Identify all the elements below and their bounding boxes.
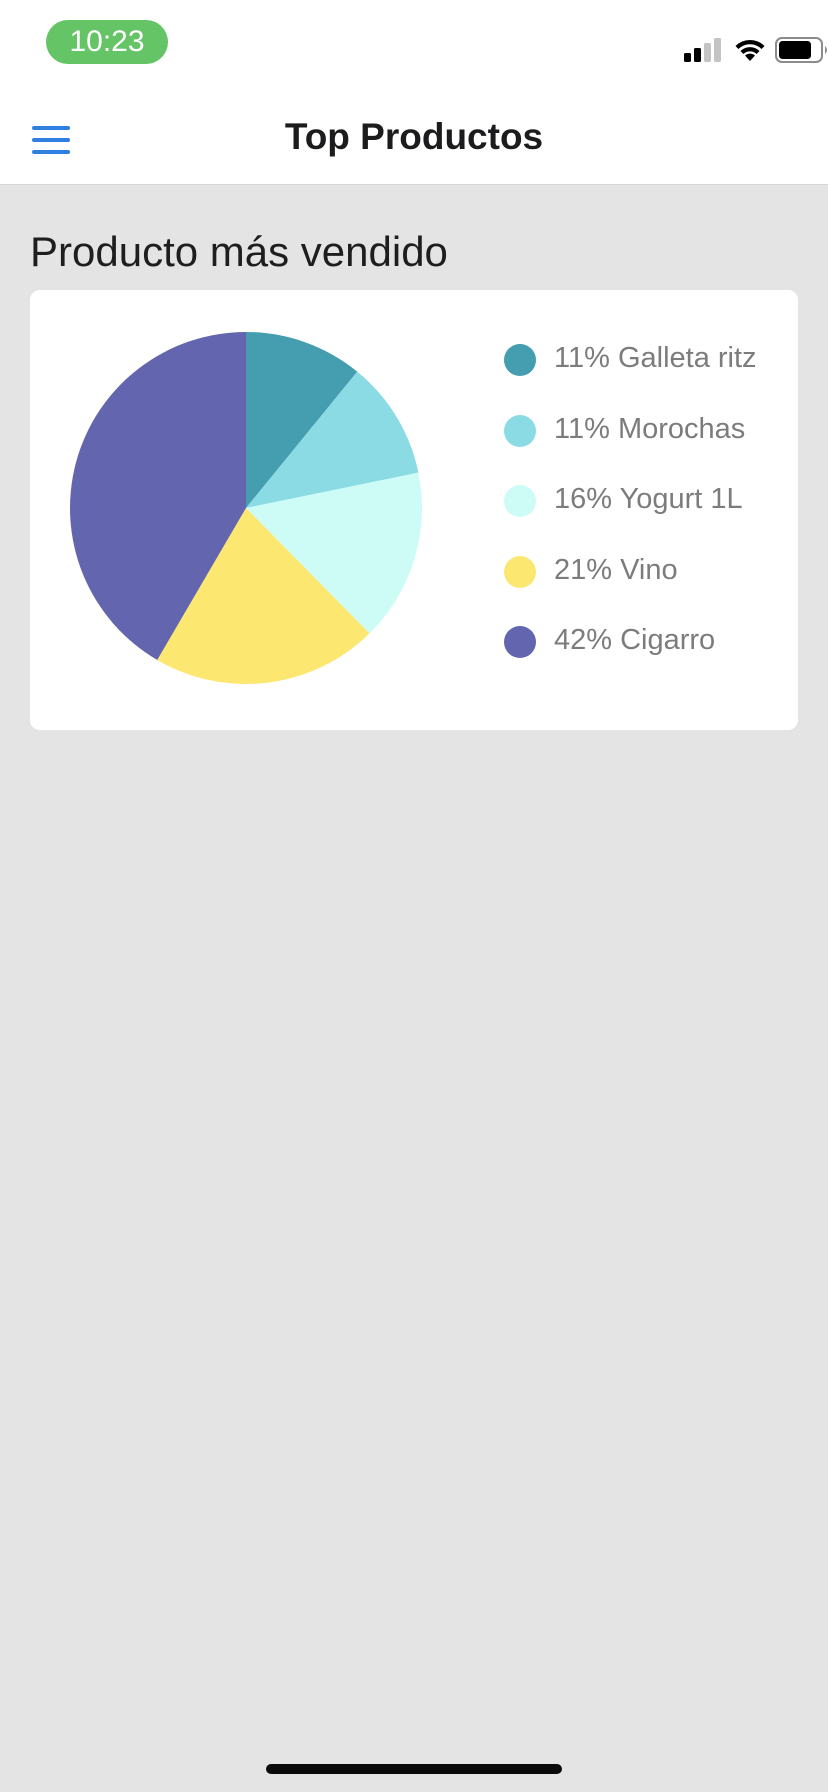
legend-label: 11% Galleta ritz [554,342,757,374]
status-time: 10:23 [46,20,168,64]
wifi-icon [735,39,765,61]
legend-label: 16% Yogurt 1L [554,483,743,515]
battery-icon [775,37,827,63]
legend-swatch [504,344,536,376]
pie-chart [69,332,422,684]
navigation-bar: Top Productos [0,92,828,185]
legend-label: 11% Morochas [554,412,746,445]
status-bar: 10:23 [0,0,828,92]
chart-card: 11% Galleta ritz 11% Morochas 16% Yogurt 1… [30,290,798,730]
legend-item: 16% Yogurt 1L [504,481,804,521]
legend-item: 21% Vino [504,552,804,592]
section-title: Producto más vendido [30,228,448,275]
legend-swatch [504,414,536,447]
legend-label: 42% Cigarro [554,624,716,656]
legend-swatch [504,485,536,517]
legend-swatch [504,555,536,588]
legend-swatch [504,626,536,658]
home-indicator [266,1764,562,1774]
cellular-signal-icon [684,38,721,62]
legend-label: 21% Vino [554,553,678,586]
legend-item: 42% Cigarro [504,622,804,662]
legend-item: 11% Morochas [504,411,804,451]
page-title: Top Productos [284,116,544,157]
legend-item: 11% Galleta ritz [504,340,804,380]
